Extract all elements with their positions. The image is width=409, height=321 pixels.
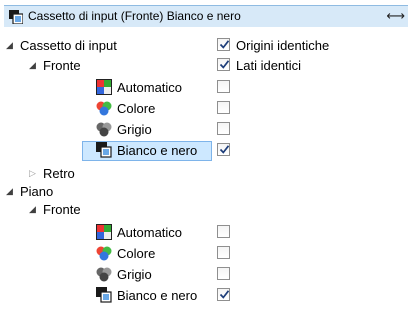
tree-item-colore[interactable]: Colore <box>0 244 240 264</box>
tree-node-label: Fronte <box>43 202 81 217</box>
grigio-checkbox[interactable] <box>217 267 230 280</box>
grigio-checkbox[interactable] <box>217 122 230 135</box>
black-white-mode-icon <box>96 142 112 158</box>
expanded-arrow-icon[interactable]: ◢ <box>29 204 39 214</box>
checkmark-icon <box>219 40 230 49</box>
tree-item-label: Grigio <box>117 267 152 282</box>
tree-node-fronte[interactable]: ◢ Fronte Lati identici <box>0 56 409 76</box>
expanded-arrow-icon[interactable]: ◢ <box>29 60 39 70</box>
bianco-nero-checkbox[interactable] <box>217 143 230 156</box>
dropdown-title: Cassetto di input (Fronte) Bianco e nero <box>28 9 241 23</box>
colore-checkbox[interactable] <box>217 101 230 114</box>
gray-mode-icon <box>96 267 112 282</box>
tree-item-grigio[interactable]: Grigio <box>0 120 240 140</box>
tree-node-retro[interactable]: ▷ Retro <box>0 164 240 184</box>
collapsed-arrow-icon[interactable]: ▷ <box>29 168 39 178</box>
tree-item-bianco-nero[interactable]: Bianco e nero <box>0 141 240 161</box>
origini-identiche-checkbox[interactable] <box>217 38 230 51</box>
tree-item-label: Automatico <box>117 80 183 95</box>
black-white-mode-icon <box>96 287 112 303</box>
lati-identici-checkbox[interactable] <box>217 58 230 71</box>
automatico-checkbox[interactable] <box>217 80 230 93</box>
tree-item-label: Colore <box>117 246 156 261</box>
auto-mode-icon <box>96 224 112 240</box>
tree-item-label: Colore <box>117 101 156 116</box>
tree-node-cassetto[interactable]: ◢ Cassetto di input Origini identiche <box>0 36 409 56</box>
resize-icon[interactable]: ⟷ <box>386 8 405 24</box>
tree-item-automatico[interactable]: Automatico <box>0 223 240 243</box>
tree-node-label: Fronte <box>43 58 81 73</box>
tree-item-label: Bianco e nero <box>117 288 198 303</box>
tree-node-label: Piano <box>20 184 54 199</box>
auto-mode-icon <box>96 79 112 95</box>
color-mode-icon <box>96 246 112 261</box>
checkmark-icon <box>219 290 230 299</box>
tree-item-grigio[interactable]: Grigio <box>0 265 240 285</box>
checkmark-icon <box>219 60 230 69</box>
tree-item-bianco-nero[interactable]: Bianco e nero <box>0 286 240 306</box>
tree-item-label: Automatico <box>117 225 183 240</box>
gray-mode-icon <box>96 122 112 137</box>
expanded-arrow-icon[interactable]: ◢ <box>6 186 16 196</box>
bianco-nero-checkbox[interactable] <box>217 288 230 301</box>
scan-settings-tree: ◢ Cassetto di input Origini identiche ◢ … <box>0 28 409 321</box>
checkmark-icon <box>219 145 230 154</box>
tree-node-fronte[interactable]: ◢ Fronte <box>0 200 240 220</box>
tree-node-piano[interactable]: ◢ Piano <box>0 182 240 202</box>
color-mode-icon <box>96 101 112 116</box>
lati-identici-label: Lati identici <box>236 58 302 73</box>
tree-node-label: Cassetto di input <box>20 38 117 53</box>
mode-dropdown[interactable]: Cassetto di input (Fronte) Bianco e nero… <box>4 5 408 27</box>
black-white-mode-icon <box>9 10 23 24</box>
automatico-checkbox[interactable] <box>217 225 230 238</box>
tree-item-label: Bianco e nero <box>117 143 198 158</box>
tree-item-automatico[interactable]: Automatico <box>0 78 240 98</box>
tree-item-label: Grigio <box>117 122 152 137</box>
origini-identiche-label: Origini identiche <box>236 38 330 53</box>
tree-item-colore[interactable]: Colore <box>0 99 240 119</box>
expanded-arrow-icon[interactable]: ◢ <box>6 40 16 50</box>
colore-checkbox[interactable] <box>217 246 230 259</box>
tree-node-label: Retro <box>43 166 75 181</box>
